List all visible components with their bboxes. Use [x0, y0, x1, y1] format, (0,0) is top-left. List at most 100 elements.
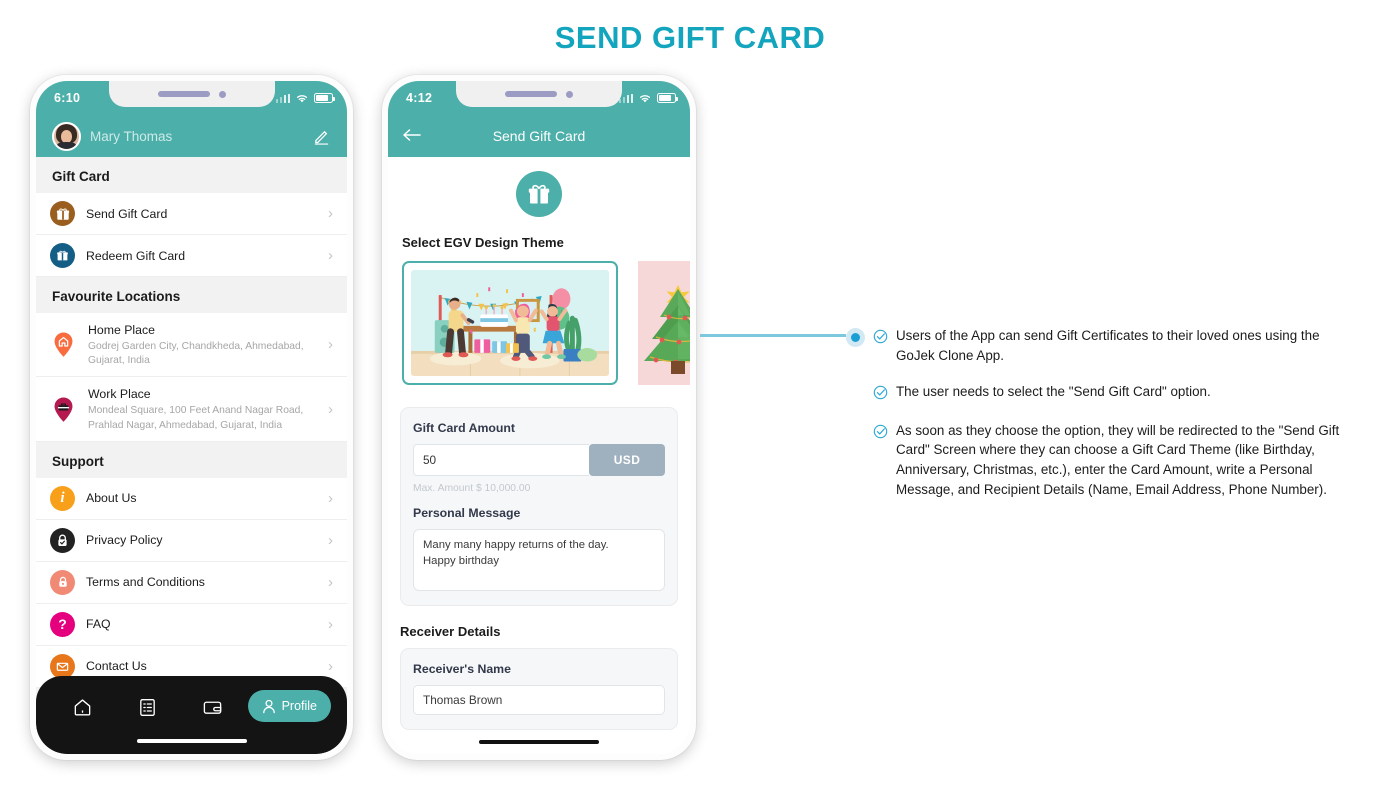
gift-card-form: Gift Card Amount 50 USD Max. Amount $ 10…	[400, 407, 678, 606]
amount-row: 50 USD	[413, 444, 665, 476]
chevron-right-icon: ›	[328, 336, 333, 354]
status-icons	[618, 93, 678, 104]
send-gift-card-form: Select EGV Design Theme Gift Card Amount…	[388, 157, 690, 754]
list-item-work-place[interactable]: Work Place Mondeal Square, 100 Feet Anan…	[36, 377, 347, 442]
theme-card-birthday[interactable]	[402, 261, 618, 385]
chevron-right-icon: ›	[328, 489, 333, 507]
chevron-right-icon: ›	[328, 400, 333, 418]
gift-icon	[50, 201, 75, 226]
pencil-icon[interactable]	[311, 126, 331, 146]
app-bar: Send Gift Card	[388, 115, 690, 157]
list-item-sublabel: Godrej Garden City, Chandkheda, Ahmedaba…	[88, 341, 304, 367]
list-item-privacy-policy[interactable]: Privacy Policy ›	[36, 519, 347, 562]
home-pin-icon	[50, 331, 77, 358]
profile-name: Mary Thomas	[90, 128, 173, 144]
section-heading-support: Support	[36, 441, 347, 478]
christmas-illustration	[638, 261, 690, 385]
redeem-gift-icon	[50, 243, 75, 268]
list-item-terms-and-conditions[interactable]: Terms and Conditions ›	[36, 561, 347, 604]
home-icon	[74, 698, 91, 716]
birthday-illustration	[411, 270, 609, 376]
annotation-item: Users of the App can send Gift Certifica…	[873, 326, 1351, 366]
list-item-label: FAQ	[86, 617, 111, 632]
battery-icon	[314, 93, 335, 103]
theme-selector	[388, 250, 690, 385]
app-bar-title: Send Gift Card	[492, 128, 586, 144]
nav-profile-button[interactable]: Profile	[247, 690, 331, 722]
wifi-icon	[639, 94, 651, 102]
list-item-about-us[interactable]: i About Us ›	[36, 477, 347, 520]
profile-header: Mary Thomas	[36, 115, 347, 157]
annotation-text: As soon as they choose the option, they …	[896, 422, 1340, 498]
work-pin-icon	[50, 396, 77, 423]
phone-mockup-profile: 6:10 Mary Thomas Gift Card Send Gift Car…	[30, 75, 353, 760]
connector-line	[700, 334, 846, 337]
list-item-label: Redeem Gift Card	[86, 248, 186, 263]
home-indicator	[479, 739, 599, 744]
phone-notch	[108, 81, 275, 107]
nav-wallet[interactable]	[182, 690, 243, 724]
list-item-faq[interactable]: ? FAQ ›	[36, 603, 347, 646]
wallet-icon	[204, 701, 222, 714]
phone-mockup-send-gift-card: 4:12 Send Gift Card Select EGV Design Th…	[382, 75, 696, 760]
wifi-icon	[296, 94, 308, 102]
receiver-form: Receiver's Name Thomas Brown	[400, 648, 678, 730]
list-item-home-place[interactable]: Home Place Godrej Garden City, Chandkhed…	[36, 313, 347, 378]
personal-message-input[interactable]: Many many happy returns of the day. Happ…	[413, 529, 665, 591]
annotation-text: The user needs to select the "Send Gift …	[896, 383, 1211, 399]
chevron-right-icon: ›	[328, 531, 333, 549]
phone-right-screen: 4:12 Send Gift Card Select EGV Design Th…	[388, 81, 690, 754]
bottom-navigation: Profile	[36, 676, 347, 754]
receiver-name-input[interactable]: Thomas Brown	[413, 685, 665, 715]
currency-button[interactable]: USD	[589, 444, 665, 476]
orders-list-icon	[140, 698, 156, 716]
status-time: 6:10	[54, 91, 81, 105]
check-circle-icon	[873, 421, 888, 500]
speaker-bar	[505, 91, 557, 97]
info-icon: i	[50, 485, 75, 511]
nav-profile-label: Profile	[281, 699, 317, 713]
list-item-label: Privacy Policy	[86, 533, 163, 548]
camera-dot	[566, 90, 573, 98]
phone-left-screen: 6:10 Mary Thomas Gift Card Send Gift Car…	[36, 81, 347, 754]
signal-icon	[275, 93, 290, 103]
arrow-left-icon[interactable]	[402, 126, 422, 146]
status-icons	[275, 93, 335, 104]
settings-list: Gift Card Send Gift Card › Redeem Gift C…	[36, 157, 347, 754]
chevron-right-icon: ›	[328, 247, 333, 264]
gift-icon	[516, 171, 562, 217]
theme-card-christmas[interactable]	[638, 261, 690, 385]
chevron-right-icon: ›	[328, 573, 333, 591]
list-item-sublabel: Mondeal Square, 100 Feet Anand Nagar Roa…	[88, 405, 304, 431]
theme-section-label: Select EGV Design Theme	[402, 235, 564, 250]
amount-input[interactable]: 50	[413, 444, 589, 476]
list-item-label: Home Place	[88, 323, 155, 337]
connector-dot	[846, 328, 865, 347]
message-label: Personal Message	[413, 506, 521, 520]
page-title: SEND GIFT CARD	[554, 20, 826, 55]
list-item-send-gift-card[interactable]: Send Gift Card ›	[36, 193, 347, 235]
section-heading-favourite-locations: Favourite Locations	[36, 277, 347, 313]
speaker-bar	[157, 91, 210, 97]
person-icon	[262, 699, 275, 713]
camera-dot	[218, 90, 226, 98]
avatar[interactable]	[52, 121, 81, 151]
chevron-right-icon: ›	[328, 657, 333, 675]
nav-home[interactable]	[52, 690, 113, 724]
list-item-label: Contact Us	[86, 659, 147, 674]
list-item-label: Send Gift Card	[86, 206, 168, 221]
battery-icon	[657, 93, 678, 103]
chevron-right-icon: ›	[328, 205, 333, 222]
phone-notch	[456, 81, 622, 107]
chevron-right-icon: ›	[328, 615, 333, 633]
section-heading-gift-card: Gift Card	[36, 157, 347, 193]
nav-orders[interactable]	[117, 690, 178, 724]
annotation-item: The user needs to select the "Send Gift …	[873, 382, 1351, 405]
check-circle-icon	[873, 382, 888, 405]
annotation-text: Users of the App can send Gift Certifica…	[896, 328, 1320, 363]
privacy-lock-icon	[50, 527, 75, 553]
list-item-label: Terms and Conditions	[86, 575, 205, 590]
receiver-details-heading: Receiver Details	[400, 624, 501, 639]
lock-icon	[50, 569, 75, 595]
list-item-redeem-gift-card[interactable]: Redeem Gift Card ›	[36, 235, 347, 277]
